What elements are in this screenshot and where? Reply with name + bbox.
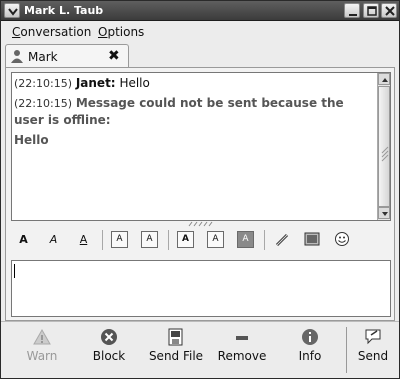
send-file-button[interactable]: Send File bbox=[146, 328, 206, 374]
bold-button[interactable]: A bbox=[15, 231, 32, 248]
minimize-button[interactable] bbox=[344, 3, 360, 18]
warn-label: Warn bbox=[26, 349, 58, 363]
message-sender: Janet: bbox=[75, 76, 116, 90]
scroll-thumb[interactable] bbox=[378, 86, 390, 207]
remove-label: Remove bbox=[217, 349, 267, 363]
send-file-icon bbox=[168, 328, 183, 346]
toolbar-separator bbox=[264, 230, 265, 250]
maximize-icon bbox=[367, 6, 377, 16]
arrow-up-icon bbox=[382, 78, 388, 82]
message-input[interactable] bbox=[11, 260, 391, 317]
background-color-button[interactable]: A bbox=[237, 231, 254, 248]
menu-options-label: ptions bbox=[107, 25, 145, 39]
underline-button[interactable]: A bbox=[75, 231, 92, 248]
smaller-text-button[interactable]: A bbox=[141, 231, 158, 248]
toolbar-separator bbox=[346, 327, 347, 373]
toolbar-separator bbox=[102, 230, 103, 250]
font-face-button[interactable]: A bbox=[177, 231, 194, 248]
format-toolbar: A A A A A A A A bbox=[11, 228, 391, 252]
block-icon bbox=[101, 329, 117, 345]
person-icon bbox=[11, 50, 23, 63]
text-caret bbox=[14, 264, 15, 278]
tab-close-icon[interactable]: ✖ bbox=[108, 48, 120, 64]
undelivered-message-text: Hello bbox=[14, 133, 49, 147]
block-label: Block bbox=[92, 349, 126, 363]
warn-button[interactable]: Warn bbox=[23, 328, 61, 374]
insert-link-button[interactable] bbox=[274, 231, 291, 248]
send-message-icon bbox=[365, 329, 381, 345]
tab-mark[interactable]: Mark ✖ bbox=[5, 44, 129, 68]
text-color-button[interactable]: A bbox=[207, 231, 224, 248]
action-toolbar: Warn Block Send File Remove Info Send bbox=[1, 321, 399, 378]
block-button[interactable]: Block bbox=[89, 328, 129, 374]
message: (22:10:15) Janet: Hello bbox=[14, 75, 374, 92]
title-bar: Mark L. Taub bbox=[1, 1, 399, 21]
send-label: Send bbox=[357, 349, 389, 363]
window-menu-button[interactable] bbox=[4, 3, 20, 18]
insert-image-button[interactable] bbox=[304, 231, 321, 248]
warning-icon bbox=[33, 328, 51, 345]
close-icon bbox=[385, 6, 395, 16]
message-list: (22:10:15) Janet: Hello (22:10:15) Messa… bbox=[14, 75, 374, 152]
menu-bar: Conversation Options bbox=[1, 21, 399, 43]
message-time: (22:10:15) bbox=[14, 97, 72, 110]
menu-conversation-label: onversation bbox=[20, 25, 92, 39]
scroll-up-button[interactable] bbox=[378, 73, 390, 85]
italic-button[interactable]: A bbox=[45, 231, 62, 248]
pane-resize-handle[interactable] bbox=[187, 221, 215, 227]
tab-label: Mark bbox=[28, 50, 58, 64]
chevron-down-icon bbox=[8, 8, 18, 16]
conversation-view: (22:10:15) Janet: Hello (22:10:15) Messa… bbox=[11, 72, 391, 221]
menu-options[interactable]: Options bbox=[98, 25, 144, 39]
window-title: Mark L. Taub bbox=[24, 4, 104, 17]
toolbar-separator bbox=[168, 230, 169, 250]
info-button[interactable]: Info bbox=[293, 328, 327, 374]
info-icon bbox=[302, 329, 318, 345]
maximize-button[interactable] bbox=[363, 3, 379, 18]
send-button[interactable]: Send bbox=[355, 328, 391, 374]
conversation-scrollbar[interactable] bbox=[377, 73, 390, 220]
send-file-label[interactable]: Send File bbox=[146, 349, 206, 363]
message: (22:10:15) Message could not be sent bec… bbox=[14, 95, 374, 129]
chat-window: Mark L. Taub Conversation Options Mark ✖… bbox=[0, 0, 400, 379]
larger-text-button[interactable]: A bbox=[111, 231, 128, 248]
minus-icon bbox=[236, 336, 248, 340]
smiley-icon[interactable] bbox=[334, 231, 351, 248]
minimize-icon bbox=[349, 14, 357, 16]
info-label: Info bbox=[298, 349, 322, 363]
remove-button[interactable]: Remove bbox=[216, 328, 268, 374]
menu-conversation[interactable]: Conversation bbox=[12, 25, 91, 39]
grip-lines-icon bbox=[381, 146, 389, 162]
message-text: Hello bbox=[119, 76, 150, 90]
scroll-down-button[interactable] bbox=[378, 207, 390, 219]
arrow-down-icon bbox=[382, 212, 388, 216]
close-window-button[interactable] bbox=[381, 3, 397, 18]
message-time: (22:10:15) bbox=[14, 77, 72, 90]
